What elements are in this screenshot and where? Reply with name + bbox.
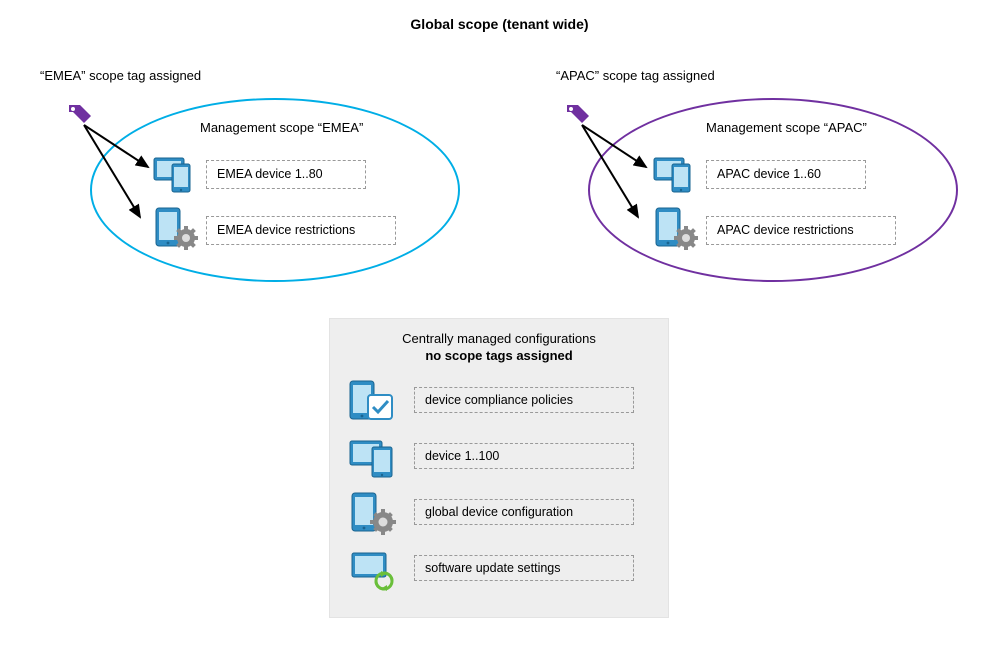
- emea-devices-box: EMEA device 1..80: [206, 160, 366, 189]
- central-panel: Centrally managed configurations no scop…: [329, 318, 669, 618]
- updates-box: software update settings: [414, 555, 634, 581]
- central-row-compliance: device compliance policies: [342, 377, 656, 427]
- emea-tagline: “EMEA” scope tag assigned: [40, 68, 201, 83]
- updates-icon: [346, 547, 398, 594]
- emea-scope-label: Management scope “EMEA”: [200, 120, 363, 135]
- devices-icon: [346, 435, 398, 482]
- apac-devices-box: APAC device 1..60: [706, 160, 866, 189]
- emea-devices-icon: [150, 154, 198, 197]
- apac-restrictions-box: APAC device restrictions: [706, 216, 896, 245]
- central-row-config: global device configuration: [342, 489, 656, 539]
- compliance-icon: [346, 379, 398, 426]
- devices-box: device 1..100: [414, 443, 634, 469]
- central-subtitle: no scope tags assigned: [342, 348, 656, 363]
- central-title: Centrally managed configurations: [342, 331, 656, 346]
- diagram-title: Global scope (tenant wide): [0, 16, 999, 32]
- compliance-box: device compliance policies: [414, 387, 634, 413]
- central-row-updates: software update settings: [342, 545, 656, 595]
- apac-tagline: “APAC” scope tag assigned: [556, 68, 715, 83]
- emea-restrictions-icon: [150, 206, 198, 253]
- central-row-devices: device 1..100: [342, 433, 656, 483]
- apac-restrictions-icon: [650, 206, 698, 253]
- apac-devices-icon: [650, 154, 698, 197]
- emea-restrictions-box: EMEA device restrictions: [206, 216, 396, 245]
- apac-scope-label: Management scope “APAC”: [706, 120, 867, 135]
- config-icon: [346, 491, 398, 538]
- config-box: global device configuration: [414, 499, 634, 525]
